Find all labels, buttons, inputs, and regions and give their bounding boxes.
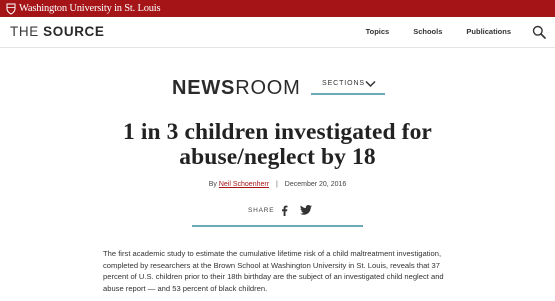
article-headline: 1 in 3 children investigated for abuse/n… <box>123 119 432 170</box>
university-shield-icon <box>6 3 16 15</box>
newsroom-light: ROOM <box>235 77 301 99</box>
university-top-bar: Washington University in St. Louis <box>0 0 555 17</box>
share-label: SHARE <box>248 206 275 214</box>
article-date: December 20, 2016 <box>284 181 347 188</box>
university-name: Washington University in St. Louis <box>19 3 161 14</box>
sections-dropdown[interactable]: SECTIONS <box>311 77 385 95</box>
newsroom-title[interactable]: NEWSROOM <box>172 76 301 100</box>
facebook-icon[interactable] <box>281 205 288 216</box>
chevron-down-icon <box>365 80 376 88</box>
nav-topics[interactable]: Topics <box>366 27 390 36</box>
sections-label: SECTIONS <box>322 80 365 87</box>
share-bar: SHARE <box>248 203 313 217</box>
sections-underline <box>311 93 385 95</box>
share-divider <box>192 225 363 227</box>
nav-publications[interactable]: Publications <box>466 27 511 36</box>
logo-bold: SOURCE <box>43 24 105 39</box>
newsroom-bold: NEWS <box>172 77 236 99</box>
site-header: THE SOURCE Topics Schools Publications <box>0 17 555 48</box>
search-icon[interactable] <box>532 25 546 39</box>
twitter-icon[interactable] <box>300 205 313 215</box>
nav-schools[interactable]: Schools <box>413 27 442 36</box>
main-nav: Topics Schools Publications <box>342 27 511 36</box>
site-logo[interactable]: THE SOURCE <box>10 24 105 39</box>
byline-prefix: By <box>208 181 217 188</box>
logo-prefix: THE <box>10 24 44 39</box>
author-link[interactable]: Neil Schoenherr <box>219 181 269 188</box>
article-body: The first academic study to estimate the… <box>103 249 444 294</box>
byline-separator: | <box>276 181 278 188</box>
university-brand-link[interactable]: Washington University in St. Louis <box>6 2 161 15</box>
article-byline: By Neil Schoenherr | December 20, 2016 <box>0 181 555 188</box>
